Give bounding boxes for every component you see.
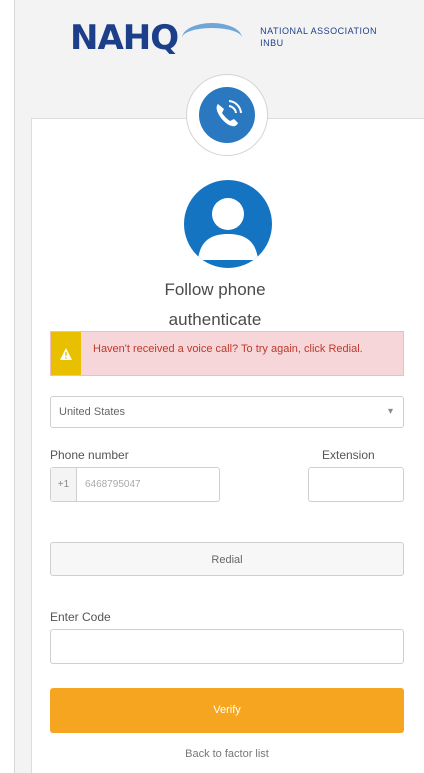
logo-arc	[182, 23, 243, 53]
enter-code-label: Enter Code	[50, 610, 111, 624]
extension-input[interactable]	[308, 467, 404, 502]
phone-country-prefix: +1	[51, 468, 77, 501]
country-select-value: United States	[59, 406, 126, 418]
extension-label: Extension	[322, 448, 375, 462]
logo-mark: NAHQ	[70, 18, 179, 58]
redial-button[interactable]: Redial	[50, 542, 404, 576]
phone-icon	[199, 87, 255, 143]
warning-alert: Haven't received a voice call? To try ag…	[50, 331, 404, 376]
user-avatar-icon	[184, 180, 272, 268]
country-select[interactable]: United States ▾	[50, 396, 404, 428]
logo-org-line2: INBU	[260, 38, 284, 48]
title-line-1: Follow phone	[164, 280, 266, 299]
logo-org-text: NATIONAL ASSOCIATION INBU	[260, 26, 377, 49]
page-title: Follow phone authenticate	[50, 278, 380, 332]
phone-number-group: +1	[50, 467, 220, 502]
header-logo: NAHQ NATIONAL ASSOCIATION INBU	[70, 18, 420, 58]
warning-icon	[51, 332, 81, 375]
title-line-2: authenticate	[168, 310, 262, 329]
voice-call-factor-icon	[186, 74, 268, 156]
phone-number-label: Phone number	[50, 448, 129, 462]
alert-message: Haven't received a voice call? To try ag…	[93, 343, 363, 355]
verify-button[interactable]: Verify	[50, 688, 404, 733]
chevron-down-icon: ▾	[387, 406, 393, 417]
logo-org-line1: NATIONAL ASSOCIATION	[260, 26, 377, 37]
verification-code-input[interactable]	[50, 629, 404, 664]
back-to-factor-list-link[interactable]: Back to factor list	[50, 748, 404, 760]
phone-number-input[interactable]	[77, 468, 219, 501]
